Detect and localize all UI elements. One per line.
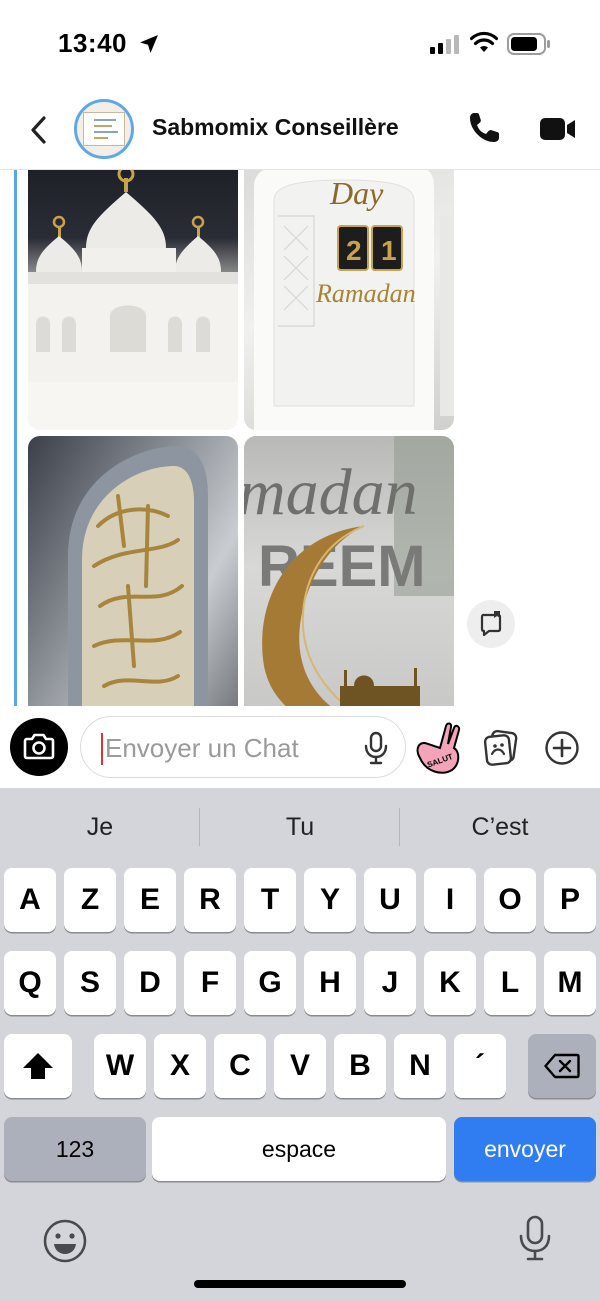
back-button[interactable] [24, 110, 54, 150]
key-l[interactable]: L [484, 951, 536, 1015]
key-acute-accent[interactable]: ´ [454, 1034, 506, 1098]
cellular-signal-icon [430, 34, 462, 59]
shift-arrow-icon [23, 1053, 53, 1079]
key-o[interactable]: O [484, 868, 536, 932]
day-digit-1: 2 [346, 235, 362, 266]
avatar[interactable] [74, 99, 134, 159]
plus-circle-icon [545, 731, 579, 765]
suggestion-2[interactable]: Tu [200, 788, 400, 866]
key-s[interactable]: S [64, 951, 116, 1015]
key-u[interactable]: U [364, 868, 416, 932]
avatar-image [83, 112, 125, 146]
location-arrow-icon [137, 32, 161, 61]
suggestion-1[interactable]: Je [0, 788, 200, 866]
add-more-button[interactable] [544, 730, 580, 766]
key-r[interactable]: R [184, 868, 236, 932]
chat-messages: Day 2 1 Ramadan madan REEM [0, 170, 600, 706]
salut-hand-sticker-icon: SALUT [416, 722, 461, 774]
numbers-key[interactable]: 123 [4, 1117, 146, 1181]
text-caret [101, 733, 103, 765]
key-m[interactable]: M [544, 951, 596, 1015]
dictation-button[interactable] [514, 1214, 556, 1264]
shift-key[interactable] [4, 1034, 72, 1098]
chat-input-container[interactable] [80, 716, 406, 778]
key-v[interactable]: V [274, 1034, 326, 1098]
day-label-text: Day [329, 175, 384, 211]
microphone-icon [519, 1215, 551, 1261]
memories-button[interactable] [482, 728, 520, 766]
mosque-illustration [28, 170, 238, 430]
crescent-illustration: madan REEM [244, 436, 454, 706]
call-button[interactable] [466, 110, 502, 146]
emoji-icon [43, 1219, 87, 1263]
key-b[interactable]: B [334, 1034, 386, 1098]
photo-mosque-decoration[interactable] [28, 170, 238, 430]
key-c[interactable]: C [214, 1034, 266, 1098]
phone-icon [470, 113, 499, 142]
key-h[interactable]: H [304, 951, 356, 1015]
key-z[interactable]: Z [64, 868, 116, 932]
sticker-button[interactable]: SALUT [410, 718, 466, 776]
key-x[interactable]: X [154, 1034, 206, 1098]
video-call-button[interactable] [538, 114, 578, 144]
delete-key[interactable] [528, 1034, 596, 1098]
key-q[interactable]: Q [4, 951, 56, 1015]
camera-icon [23, 733, 55, 760]
photo-arabic-calligraphy-arch[interactable] [28, 436, 238, 706]
wifi-icon [469, 31, 499, 60]
key-j[interactable]: J [364, 951, 416, 1015]
voice-note-button[interactable] [361, 731, 391, 765]
backspace-icon [544, 1053, 580, 1079]
key-k[interactable]: K [424, 951, 476, 1015]
key-f[interactable]: F [184, 951, 236, 1015]
photo-ramadan-kareem-crescent[interactable]: madan REEM [244, 436, 454, 706]
suggestion-3[interactable]: C’est [400, 788, 600, 866]
day-digit-2: 1 [381, 235, 397, 266]
status-time: 13:40 [58, 28, 127, 58]
photo-day-counter-ramadan[interactable]: Day 2 1 Ramadan [244, 170, 454, 430]
status-bar: 13:40 [0, 0, 600, 88]
key-g[interactable]: G [244, 951, 296, 1015]
space-key[interactable]: espace [152, 1117, 446, 1181]
contact-name[interactable]: Sabmomix Conseillère [152, 114, 399, 141]
emoji-button[interactable] [40, 1216, 90, 1266]
key-w[interactable]: W [94, 1034, 146, 1098]
day-counter-illustration: Day 2 1 Ramadan [254, 170, 454, 430]
key-p[interactable]: P [544, 868, 596, 932]
key-y[interactable]: Y [304, 868, 356, 932]
home-indicator [194, 1280, 406, 1288]
ramadan-script-text: Ramadan [315, 279, 416, 308]
key-a[interactable]: A [4, 868, 56, 932]
memories-icon [483, 729, 518, 766]
chat-header: Sabmomix Conseillère [0, 88, 600, 170]
ramadan-banner-text: madan [244, 456, 418, 529]
microphone-icon [364, 731, 388, 765]
key-d[interactable]: D [124, 951, 176, 1015]
chevron-left-icon [31, 116, 46, 144]
calligraphy-arch-illustration [68, 446, 208, 706]
key-i[interactable]: I [424, 868, 476, 932]
battery-icon [507, 33, 551, 60]
keyboard: Je Tu C’est A Z E R T Y U I O P Q S D F … [0, 788, 600, 1301]
key-t[interactable]: T [244, 868, 296, 932]
chat-input-row: SALUT [0, 706, 600, 788]
chat-input[interactable] [105, 727, 355, 769]
save-to-chat-button[interactable] [467, 600, 515, 648]
message-sender-bar [14, 170, 17, 706]
video-camera-icon [540, 118, 575, 140]
save-to-chat-icon [480, 611, 502, 637]
key-e[interactable]: E [124, 868, 176, 932]
key-n[interactable]: N [394, 1034, 446, 1098]
send-key[interactable]: envoyer [454, 1117, 596, 1181]
camera-button[interactable] [10, 718, 68, 776]
